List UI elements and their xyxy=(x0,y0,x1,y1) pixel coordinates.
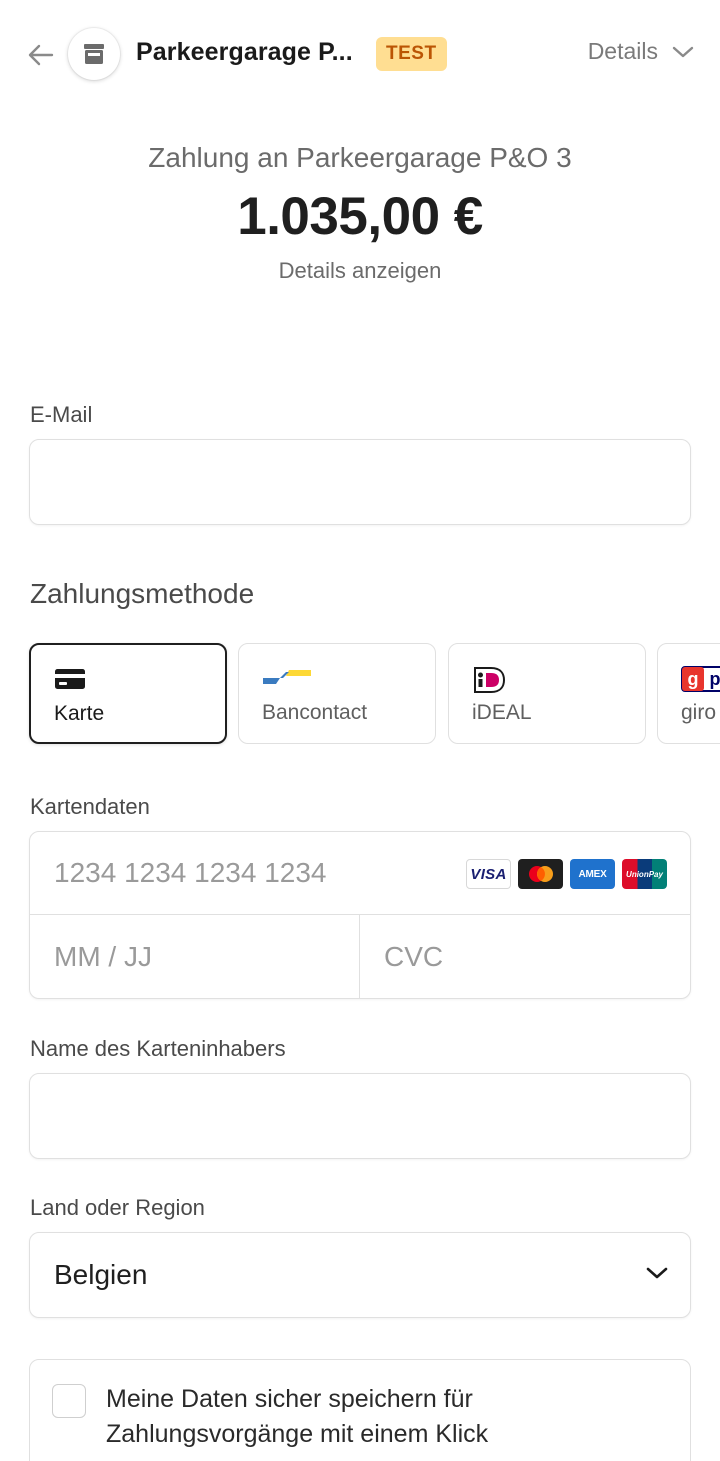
show-details-link[interactable]: Details anzeigen xyxy=(0,258,720,284)
email-field[interactable] xyxy=(30,440,690,524)
card-expiry-input[interactable] xyxy=(30,915,359,998)
chevron-down-icon xyxy=(646,1267,668,1279)
card-cvc-input[interactable] xyxy=(360,915,690,998)
mastercard-icon xyxy=(518,859,563,889)
amex-icon: AMEX xyxy=(570,859,615,889)
card-brands: VISA AMEX UnionPay xyxy=(466,859,667,889)
payment-method-label: Bancontact xyxy=(262,701,368,724)
ideal-icon xyxy=(474,667,506,693)
payment-method-label: giro xyxy=(681,701,717,724)
payment-method-label: iDEAL xyxy=(472,701,532,724)
save-info-checkbox[interactable] xyxy=(52,1384,86,1418)
card-icon xyxy=(55,669,85,689)
email-field-wrapper xyxy=(29,439,691,525)
cardholder-label: Name des Karteninhabers xyxy=(30,1036,286,1061)
merchant-name: Parkeergarage P... xyxy=(136,38,353,66)
svg-text:g: g xyxy=(688,669,699,689)
merchant-logo xyxy=(68,28,120,80)
payment-method-giropay[interactable]: g p giro xyxy=(657,643,720,744)
chevron-down-icon xyxy=(672,46,694,57)
payment-method-label: Karte xyxy=(54,702,105,725)
arrow-left-icon xyxy=(28,44,54,66)
cardholder-field-wrapper xyxy=(29,1073,691,1159)
payment-recipient: Zahlung an Parkeergarage P&O 3 xyxy=(148,142,572,173)
bancontact-icon xyxy=(263,670,311,684)
header: Parkeergarage P... TEST Details xyxy=(0,0,720,110)
svg-text:p: p xyxy=(710,669,720,689)
card-data-fields: VISA AMEX UnionPay xyxy=(29,831,691,999)
details-label: Details xyxy=(587,38,658,64)
checkout-page: Parkeergarage P... TEST Details Zahlung … xyxy=(0,0,720,1461)
payment-method-card[interactable]: Karte xyxy=(29,643,227,744)
visa-icon: VISA xyxy=(466,859,511,889)
payment-method-ideal[interactable]: iDEAL xyxy=(448,643,646,744)
country-label: Land oder Region xyxy=(30,1195,205,1220)
card-data-label: Kartendaten xyxy=(30,794,150,819)
store-icon xyxy=(84,44,104,64)
card-number-row: VISA AMEX UnionPay xyxy=(30,832,690,915)
cardholder-name-input[interactable] xyxy=(30,1074,690,1158)
payment-method-title: Zahlungsmethode xyxy=(30,578,255,609)
payment-amount: 1.035,00 € xyxy=(237,187,483,246)
save-info-text: Meine Daten sicher speichern für Zahlung… xyxy=(106,1385,489,1448)
giropay-icon: g p xyxy=(681,666,720,692)
test-mode-badge: TEST xyxy=(376,37,447,71)
email-label: E-Mail xyxy=(30,402,93,427)
payment-method-bancontact[interactable]: Bancontact xyxy=(238,643,436,744)
details-toggle[interactable]: Details xyxy=(588,38,694,65)
card-expiry-cell xyxy=(30,915,360,998)
country-select[interactable]: Belgien xyxy=(29,1232,691,1318)
unionpay-icon: UnionPay xyxy=(622,859,667,889)
country-selected-value: Belgien xyxy=(54,1259,148,1290)
back-button[interactable] xyxy=(26,40,56,70)
save-info-box: Meine Daten sicher speichern für Zahlung… xyxy=(29,1359,691,1461)
card-cvc-cell xyxy=(360,915,690,998)
